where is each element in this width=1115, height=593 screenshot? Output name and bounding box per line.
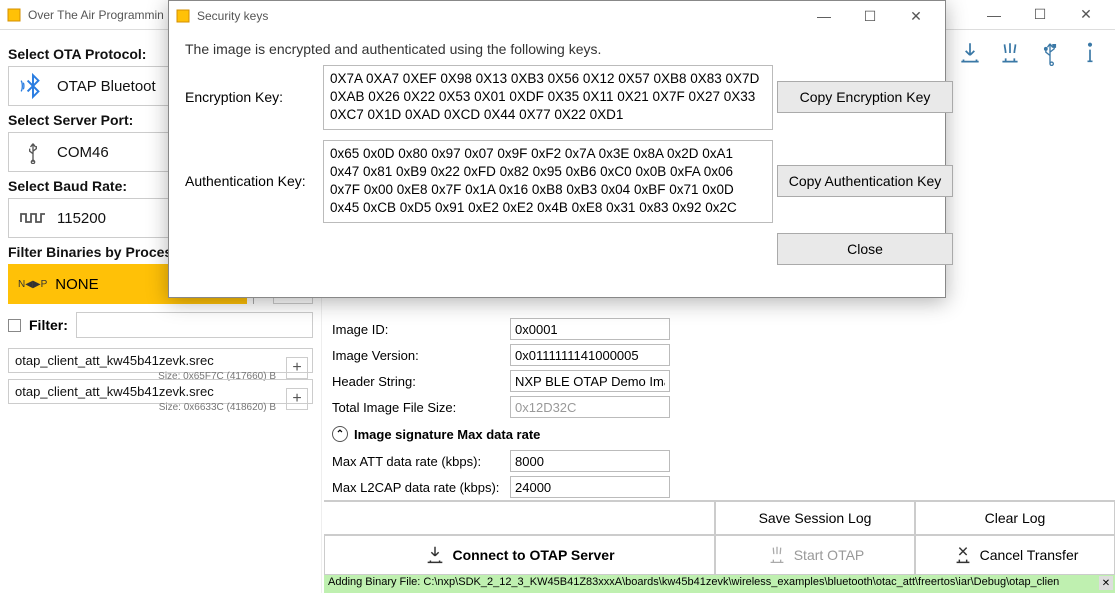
header-string-input[interactable]	[510, 370, 670, 392]
encryption-key-value[interactable]: 0X7A 0XA7 0XEF 0X98 0X13 0XB3 0X56 0X12 …	[323, 65, 773, 130]
image-signature-section[interactable]: ⌃ Image signature Max data rate	[332, 426, 1105, 442]
add-file-button[interactable]: +	[286, 388, 308, 410]
cancel-icon	[952, 544, 974, 566]
main-minimize-button[interactable]: —	[971, 0, 1017, 30]
main-window-title: Over The Air Programmin	[28, 8, 164, 22]
baud-rate-value: 115200	[57, 210, 106, 227]
start-otap-button[interactable]: Start OTAP	[715, 535, 915, 575]
ota-protocol-value: OTAP Bluetoot	[57, 78, 156, 95]
close-button[interactable]: Close	[777, 233, 953, 265]
filter-checkbox-label: Filter:	[29, 317, 68, 333]
spacer	[324, 501, 715, 535]
max-l2cap-input[interactable]	[510, 476, 670, 498]
authentication-key-value[interactable]: 0x65 0x0D 0x80 0x97 0x07 0x9F 0xF2 0x7A …	[323, 140, 773, 223]
usb-small-icon	[19, 140, 47, 164]
main-close-button[interactable]: ✕	[1063, 0, 1109, 30]
security-keys-dialog: Security keys — ☐ ✕ The image is encrypt…	[168, 0, 946, 298]
app-icon	[6, 7, 22, 23]
status-text: Adding Binary File: C:\nxp\SDK_2_12_3_KW…	[328, 576, 1059, 588]
header-string-label: Header String:	[332, 374, 502, 389]
save-session-log-button[interactable]: Save Session Log	[715, 501, 915, 535]
image-id-label: Image ID:	[332, 322, 502, 337]
dialog-icon	[175, 8, 191, 24]
bluetooth-icon	[19, 72, 47, 100]
add-file-button[interactable]: +	[286, 357, 308, 379]
status-strip: Adding Binary File: C:\nxp\SDK_2_12_3_KW…	[324, 575, 1115, 593]
max-l2cap-label: Max L2CAP data rate (kbps):	[332, 480, 502, 495]
processor-type-value: NONE	[55, 276, 98, 293]
dialog-close-icon[interactable]: ✕	[893, 1, 939, 31]
download-icon	[424, 544, 446, 566]
max-att-input[interactable]	[510, 450, 670, 472]
max-att-label: Max ATT data rate (kbps):	[332, 454, 502, 469]
collapse-icon: ⌃	[332, 426, 348, 442]
connect-otap-button[interactable]: Connect to OTAP Server	[324, 535, 715, 575]
total-size-label: Total Image File Size:	[332, 400, 502, 415]
file-item[interactable]: otap_client_att_kw45b41zevk.srec Size: 0…	[8, 348, 313, 373]
encryption-key-label: Encryption Key:	[185, 89, 319, 105]
file-name: otap_client_att_kw45b41zevk.srec	[15, 384, 214, 399]
image-version-label: Image Version:	[332, 348, 502, 363]
image-id-input[interactable]	[510, 318, 670, 340]
dialog-title: Security keys	[197, 9, 268, 23]
total-size-input	[510, 396, 670, 418]
nxp-logo: N◀▶P	[18, 279, 47, 290]
authentication-key-label: Authentication Key:	[185, 173, 319, 189]
file-name: otap_client_att_kw45b41zevk.srec	[15, 353, 214, 368]
file-item[interactable]: otap_client_att_kw45b41zevk.srec Size: 0…	[8, 379, 313, 404]
image-signature-label: Image signature Max data rate	[354, 427, 540, 442]
server-port-value: COM46	[57, 144, 109, 161]
squarewave-icon	[19, 208, 47, 228]
cancel-transfer-button[interactable]: Cancel Transfer	[915, 535, 1115, 575]
dialog-maximize-button[interactable]: ☐	[847, 1, 893, 31]
dialog-titlebar: Security keys — ☐ ✕	[169, 1, 945, 31]
dialog-intro-text: The image is encrypted and authenticated…	[185, 41, 929, 57]
dialog-minimize-button[interactable]: —	[801, 1, 847, 31]
wireless-icon	[766, 544, 788, 566]
main-maximize-button[interactable]: ☐	[1017, 0, 1063, 30]
file-size: Size: 0x6633C (418620) B	[159, 402, 276, 413]
image-version-input[interactable]	[510, 344, 670, 366]
bottom-bar: Save Session Log Clear Log Connect to OT…	[324, 500, 1115, 575]
filter-input[interactable]	[76, 312, 313, 338]
copy-authentication-key-button[interactable]: Copy Authentication Key	[777, 165, 953, 197]
clear-log-button[interactable]: Clear Log	[915, 501, 1115, 535]
filter-checkbox[interactable]	[8, 319, 21, 332]
status-close-button[interactable]: ✕	[1099, 576, 1113, 590]
copy-encryption-key-button[interactable]: Copy Encryption Key	[777, 81, 953, 113]
